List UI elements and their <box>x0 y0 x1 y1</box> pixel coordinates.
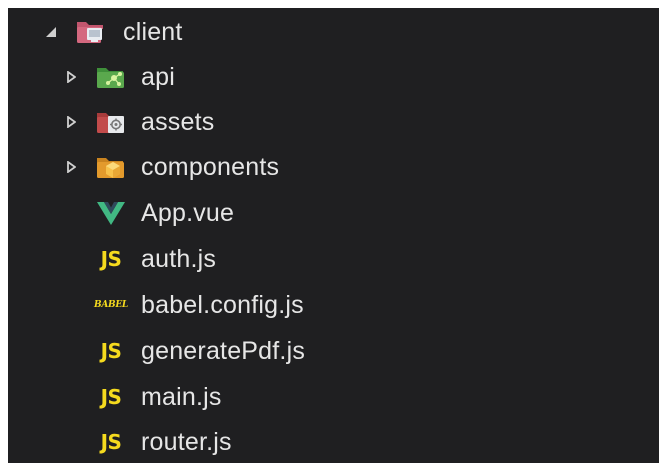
tree-item-label: main.js <box>141 382 222 411</box>
tree-item-app-vue[interactable]: App.vue <box>8 191 659 235</box>
tree-item-assets[interactable]: assets <box>8 100 659 144</box>
folder-api-icon <box>94 63 128 91</box>
file-explorer: client api assets components App.vue JS … <box>8 8 659 463</box>
tree-item-label: api <box>141 62 175 91</box>
tree-item-auth-js[interactable]: JS auth.js <box>8 237 659 281</box>
js-icon: JS <box>100 430 122 454</box>
tree-item-client[interactable]: client <box>8 10 659 54</box>
folder-assets-icon <box>94 108 128 136</box>
tree-item-generatepdf-js[interactable]: JS generatePdf.js <box>8 329 659 373</box>
tree-item-babel-config-js[interactable]: BABEL babel.config.js <box>8 283 659 327</box>
tree-item-router-js[interactable]: JS router.js <box>8 420 659 464</box>
js-icon: JS <box>100 339 122 363</box>
tree-item-label: assets <box>141 107 215 136</box>
tree-item-components[interactable]: components <box>8 145 659 189</box>
collapsed-triangle-icon[interactable] <box>64 115 78 129</box>
vue-icon <box>94 199 128 227</box>
tree-item-label: router.js <box>141 427 232 456</box>
tree-item-label: auth.js <box>141 244 217 273</box>
tree-item-label: App.vue <box>141 198 235 227</box>
collapsed-triangle-icon[interactable] <box>64 70 78 84</box>
babel-icon: BABEL <box>94 300 128 310</box>
tree-item-label: babel.config.js <box>141 290 304 319</box>
collapsed-triangle-icon[interactable] <box>64 160 78 174</box>
folder-components-icon <box>94 153 128 181</box>
tree-item-label: client <box>123 17 183 46</box>
js-icon: JS <box>100 247 122 271</box>
tree-item-label: components <box>141 152 280 181</box>
tree-item-main-js[interactable]: JS main.js <box>8 375 659 419</box>
tree-item-api[interactable]: api <box>8 55 659 99</box>
folder-client-open-icon <box>74 18 108 46</box>
js-icon: JS <box>100 385 122 409</box>
tree-item-label: generatePdf.js <box>141 336 306 365</box>
expanded-triangle-icon[interactable] <box>44 25 58 39</box>
